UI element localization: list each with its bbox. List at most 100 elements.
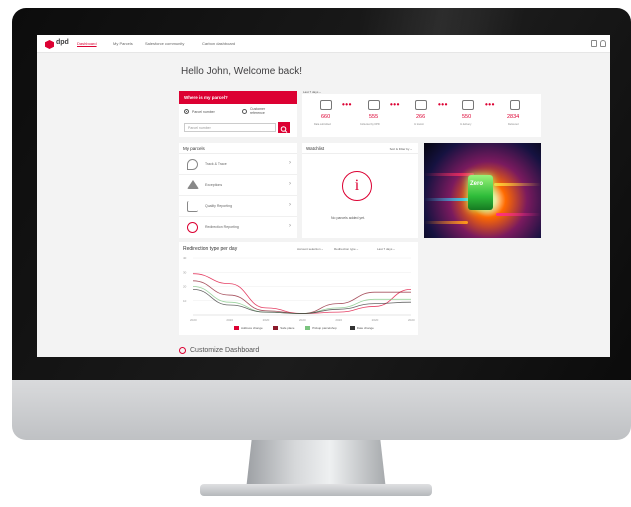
parcel-stats-card: 660 Data submitted ••• 555 Collected by … <box>302 94 541 137</box>
progress-dots: ••• <box>342 100 352 109</box>
account-selection-select[interactable]: Account selection ~ <box>297 247 323 251</box>
stat-label: Collected by DPD <box>360 123 380 126</box>
parcel-menu-redirection-reporting[interactable]: Redirection Reporting › <box>179 217 297 238</box>
series-line-address-change <box>192 273 412 314</box>
radio-customer-reference[interactable] <box>242 109 247 114</box>
progress-dots: ••• <box>438 100 448 109</box>
stat-value: 555 <box>369 114 379 120</box>
menu-label: Quality Reporting <box>205 204 233 208</box>
nav-my-parcels[interactable]: My Parcels <box>113 41 133 46</box>
period-select[interactable]: Last 7 days ~ <box>377 247 395 251</box>
redirect-icon <box>187 222 198 233</box>
nav-dashboard[interactable]: Dashboard <box>77 41 97 46</box>
search-icon <box>280 126 288 133</box>
x-tick-label: 2020 <box>190 318 197 322</box>
nav-carbon-dashboard[interactable]: Carbon dashboard <box>202 41 235 46</box>
card-title: My parcels <box>179 143 297 154</box>
x-tick-label: 2020 <box>408 318 415 322</box>
stat-value: 550 <box>462 114 472 120</box>
electric-vehicle: Zero <box>468 175 493 210</box>
progress-dots: ••• <box>390 100 400 109</box>
y-tick-label: 40 <box>183 256 187 260</box>
legend-swatch <box>305 326 311 330</box>
parcel-menu-track-trace[interactable]: Track & Trace › <box>179 154 297 175</box>
chevron-right-icon: › <box>289 202 291 208</box>
my-parcels-card: My parcels Track & Trace › Exceptions › … <box>179 143 297 238</box>
warning-icon <box>187 180 199 189</box>
stat-label: Delivered <box>508 123 519 126</box>
y-tick-label: 20 <box>183 285 187 289</box>
chart-legend: Address change Safe place Pickup parcelsho… <box>234 326 414 332</box>
redirection-type-select[interactable]: Redirection type ~ <box>334 247 358 251</box>
light-streak <box>424 173 474 176</box>
stat-value: 2834 <box>507 114 520 120</box>
logo-text[interactable]: dpd <box>56 39 69 46</box>
x-tick-label: 2020 <box>299 318 306 322</box>
where-is-my-parcel-card: Where is my parcel? Parcel number Custom… <box>179 91 297 137</box>
bookmark-icon[interactable] <box>591 40 597 47</box>
y-tick-label: 30 <box>183 270 187 274</box>
series-line-pickup-parcelshop <box>192 286 411 314</box>
x-tick-label: 2020 <box>226 318 233 322</box>
gear-icon <box>179 347 186 354</box>
dpd-logo-icon[interactable] <box>45 40 54 49</box>
legend-label: Date change <box>356 326 374 330</box>
x-tick-label: 2020 <box>335 318 342 322</box>
redirection-chart-card: Redirection type per day Account selecti… <box>179 242 418 335</box>
legend-swatch <box>349 326 355 330</box>
parcel-menu-quality-reporting[interactable]: Quality Reporting › <box>179 196 297 217</box>
light-streak <box>424 221 468 224</box>
light-streak <box>424 198 469 201</box>
x-tick-label: 2020 <box>263 318 270 322</box>
promo-banner-image[interactable]: Zero <box>424 143 541 238</box>
light-streak <box>494 183 541 186</box>
menu-label: Exceptions <box>205 183 223 187</box>
watchlist-card: Watchlist Sort & Filter by ~ i No parcel… <box>302 143 418 238</box>
parcel-menu-exceptions[interactable]: Exceptions › <box>179 175 297 196</box>
stat-label: Data submitted <box>314 123 331 126</box>
card-title: Redirection type per day <box>183 246 238 252</box>
light-streak <box>496 213 541 216</box>
courier-icon <box>462 100 474 110</box>
monitor-stand <box>246 440 386 490</box>
legend-label: Safe place <box>280 326 295 330</box>
stat-label: In delivery <box>460 123 472 126</box>
vehicle-label: Zero <box>470 181 484 187</box>
redirection-line-chart: 40 30 20 10 2020 2020 2020 2020 2020 2020 2020 <box>183 256 415 322</box>
series-line-date-change <box>192 288 412 314</box>
legend-label: Address change <box>241 326 263 330</box>
empty-state-text: No parcels added yet. <box>331 216 366 220</box>
location-pin-icon <box>187 159 198 170</box>
collected-icon <box>368 100 380 110</box>
legend-label: Pickup parcelshop <box>312 326 337 330</box>
stat-value: 266 <box>416 114 426 120</box>
sort-filter-select[interactable]: Sort & Filter by ~ <box>390 147 412 151</box>
stat-label: In transit <box>414 123 424 126</box>
info-icon: i <box>342 171 372 201</box>
card-title: Where is my parcel? <box>179 91 297 104</box>
radio-label: Parcel number <box>192 110 215 114</box>
bar-chart-icon <box>187 201 198 212</box>
radio-parcel-number[interactable] <box>184 109 189 114</box>
stat-value: 660 <box>321 114 331 120</box>
monitor-stand-base <box>200 484 432 496</box>
chevron-right-icon: › <box>289 181 291 187</box>
search-button[interactable] <box>278 122 290 133</box>
bell-icon[interactable] <box>600 40 606 47</box>
truck-icon <box>415 100 427 110</box>
y-tick-label: 10 <box>183 299 187 303</box>
customize-dashboard-button[interactable]: Customize Dashboard <box>179 347 259 354</box>
parcel-number-input[interactable]: Parcel number <box>184 123 276 132</box>
radio-label: Customer reference <box>250 107 266 115</box>
chevron-right-icon: › <box>289 160 291 166</box>
nav-salesforce-community[interactable]: Salesforce community <box>145 41 184 46</box>
data-icon <box>320 100 332 110</box>
monitor-chin <box>12 380 631 440</box>
legend-swatch <box>234 326 239 330</box>
chevron-right-icon: › <box>289 223 291 229</box>
delivered-icon <box>510 100 520 110</box>
progress-dots: ••• <box>485 100 495 109</box>
menu-label: Track & Trace <box>205 162 227 166</box>
page-title: Hello John, Welcome back! <box>181 66 302 77</box>
customize-label: Customize Dashboard <box>190 347 260 354</box>
